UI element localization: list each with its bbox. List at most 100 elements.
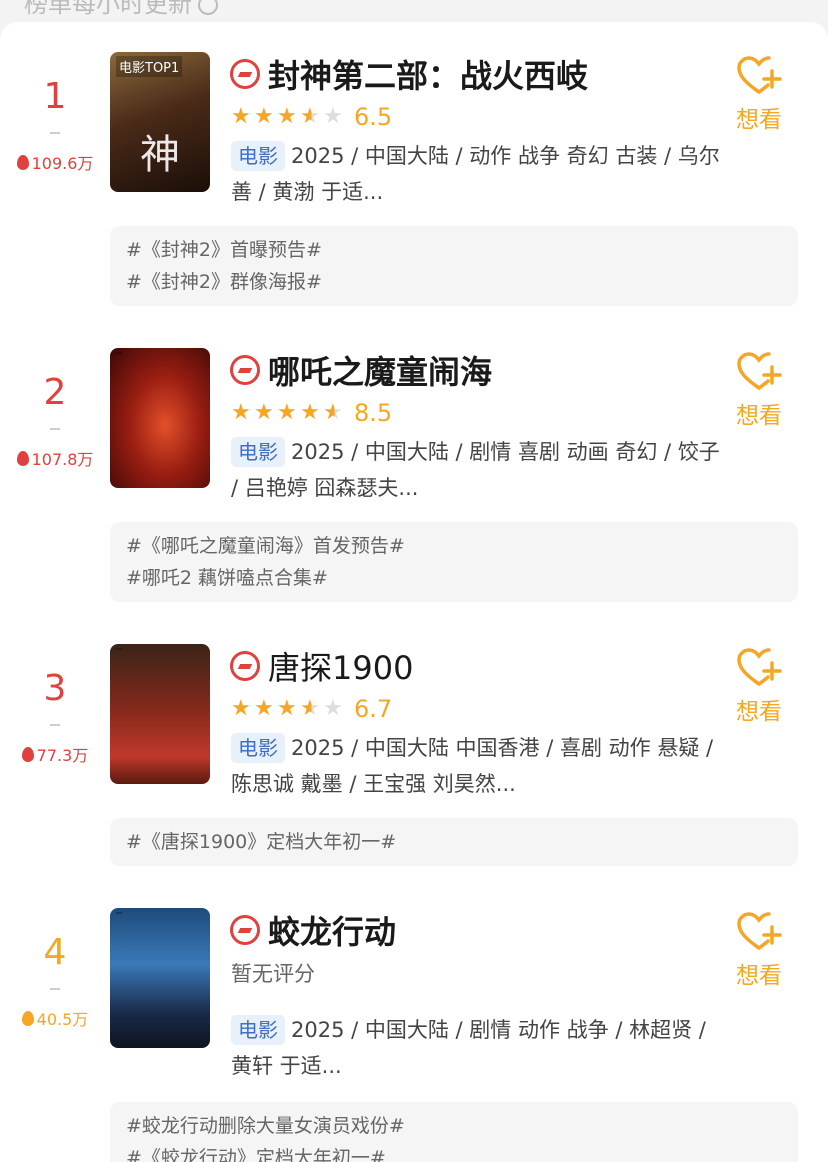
star-half-icon: ★ xyxy=(300,106,323,128)
poster-tag xyxy=(116,912,122,914)
info-text: 2025 / 中国大陆 / 动作 战争 奇幻 古装 / 乌尔善 / 黄渤 于适.… xyxy=(231,144,720,204)
rating-row: ★ ★ ★ ★ ★ 6.5 xyxy=(231,102,392,132)
star-icon: ★ xyxy=(231,400,251,425)
movie-poster[interactable]: 电影TOP1 神 xyxy=(110,52,210,192)
star-icon: ★ xyxy=(300,400,320,425)
ranking-page: 榜单每小时更新 1 109.6万 电影TOP1 神 封神第二部：战火西岐 ★ ★ xyxy=(0,0,828,1162)
topic-box: #《唐探1900》定档大年初一# xyxy=(110,818,798,866)
heat-text: 109.6万 xyxy=(31,154,94,173)
movie-info: 电影 2025 / 中国大陆 中国香港 / 喜剧 动作 悬疑 / 陈思诚 戴墨 /… xyxy=(231,730,721,802)
rating-row: ★ ★ ★ ★ ★ 6.7 xyxy=(231,694,392,724)
topic-link[interactable]: #哪吒2 藕饼嗑点合集# xyxy=(126,562,782,594)
poster-tag: 电影TOP1 xyxy=(116,56,183,77)
rating-score: 8.5 xyxy=(354,399,393,427)
type-tag: 电影 xyxy=(231,1015,285,1045)
topic-link[interactable]: #《唐探1900》定档大年初一# xyxy=(126,826,782,858)
star-empty-icon: ★ xyxy=(323,696,343,721)
top-strip: 榜单每小时更新 xyxy=(0,0,828,22)
movie-title[interactable]: 哪吒之魔童闹海 xyxy=(268,347,492,393)
star-icon: ★ xyxy=(231,696,251,721)
star-icon: ★ xyxy=(254,104,274,129)
info-text: 2025 / 中国大陆 / 剧情 动作 战争 / 林超贤 / 黄轩 于适... xyxy=(231,1018,706,1078)
topic-box: #蛟龙行动删除大量女演员戏份# #《蛟龙行动》定档大年初一# xyxy=(110,1102,798,1162)
star-rating: ★ ★ ★ ★ ★ xyxy=(231,402,346,424)
topic-link[interactable]: #《封神2》首曝预告# xyxy=(126,234,782,266)
heat-value: 40.5万 xyxy=(0,1006,110,1030)
topic-link[interactable]: #蛟龙行动删除大量女演员戏份# xyxy=(126,1110,782,1142)
heat-text: 77.3万 xyxy=(36,746,89,765)
update-note-text: 榜单每小时更新 xyxy=(24,0,192,18)
heart-plus-icon xyxy=(737,912,782,950)
rank-divider xyxy=(50,724,60,726)
heart-plus-icon xyxy=(737,352,782,390)
want-label: 想看 xyxy=(736,699,782,725)
want-label: 想看 xyxy=(736,403,782,429)
topic-box: #《哪吒之魔童闹海》首发预告# #哪吒2 藕饼嗑点合集# xyxy=(110,522,798,602)
star-empty-icon: ★ xyxy=(323,104,343,129)
rating-score: 6.7 xyxy=(354,695,393,723)
topic-link[interactable]: #《封神2》群像海报# xyxy=(126,266,782,298)
rank-divider xyxy=(50,988,60,990)
rank-number: 2 xyxy=(43,372,67,413)
movie-poster[interactable] xyxy=(110,348,210,488)
rating-row: 暂无评分 xyxy=(231,958,315,988)
star-icon: ★ xyxy=(231,104,251,129)
poster-glyph: 神 xyxy=(140,132,180,178)
movie-title[interactable]: 封神第二部：战火西岐 xyxy=(268,51,588,97)
rank-divider xyxy=(50,428,60,430)
title-row[interactable]: 哪吒之魔童闹海 xyxy=(230,348,492,392)
topic-link[interactable]: #《哪吒之魔童闹海》首发预告# xyxy=(126,530,782,562)
star-rating: ★ ★ ★ ★ ★ xyxy=(231,106,346,128)
update-note: 榜单每小时更新 xyxy=(24,0,218,19)
movie-title[interactable]: 蛟龙行动 xyxy=(268,907,396,953)
star-icon: ★ xyxy=(277,696,297,721)
want-to-see-button[interactable]: 想看 xyxy=(728,56,790,134)
type-tag: 电影 xyxy=(231,141,285,171)
star-icon: ★ xyxy=(254,696,274,721)
movie-info: 电影 2025 / 中国大陆 / 剧情 动作 战争 / 林超贤 / 黄轩 于适..… xyxy=(231,1012,721,1084)
rating-row: ★ ★ ★ ★ ★ 8.5 xyxy=(231,398,392,428)
poster-tag xyxy=(116,648,122,650)
flame-icon xyxy=(16,155,29,170)
heat-value: 109.6万 xyxy=(0,150,110,174)
flame-icon xyxy=(21,1011,34,1026)
brand-icon xyxy=(230,355,260,385)
topic-box: #《封神2》首曝预告# #《封神2》群像海报# xyxy=(110,226,798,306)
info-text: 2025 / 中国大陆 / 剧情 喜剧 动画 奇幻 / 饺子 / 吕艳婷 囧森瑟… xyxy=(231,440,720,500)
heat-text: 107.8万 xyxy=(31,450,94,469)
topic-link[interactable]: #《蛟龙行动》定档大年初一# xyxy=(126,1142,782,1162)
title-row[interactable]: 蛟龙行动 xyxy=(230,908,396,952)
movie-info: 电影 2025 / 中国大陆 / 动作 战争 奇幻 古装 / 乌尔善 / 黄渤 于… xyxy=(231,138,721,210)
movie-poster[interactable] xyxy=(110,644,210,784)
heart-plus-icon xyxy=(737,56,782,94)
rating-score: 6.5 xyxy=(354,103,393,131)
want-to-see-button[interactable]: 想看 xyxy=(728,648,790,726)
flame-icon xyxy=(21,747,34,762)
star-rating: ★ ★ ★ ★ ★ xyxy=(231,698,346,720)
heat-text: 40.5万 xyxy=(36,1010,89,1029)
rank-number: 4 xyxy=(43,932,67,973)
rank-number: 1 xyxy=(43,76,67,117)
heat-value: 107.8万 xyxy=(0,446,110,470)
info-icon[interactable] xyxy=(198,0,218,15)
star-icon: ★ xyxy=(277,400,297,425)
heart-plus-icon xyxy=(737,648,782,686)
star-half-icon: ★ xyxy=(300,698,323,720)
poster-tag xyxy=(116,352,122,354)
movie-poster[interactable] xyxy=(110,908,210,1048)
no-rating-text: 暂无评分 xyxy=(231,962,315,986)
movie-title[interactable]: 唐探1900 xyxy=(268,643,413,689)
heat-value: 77.3万 xyxy=(0,742,110,766)
movie-info: 电影 2025 / 中国大陆 / 剧情 喜剧 动画 奇幻 / 饺子 / 吕艳婷 囧… xyxy=(231,434,721,506)
star-icon: ★ xyxy=(254,400,274,425)
title-row[interactable]: 封神第二部：战火西岐 xyxy=(230,52,588,96)
want-to-see-button[interactable]: 想看 xyxy=(728,352,790,430)
type-tag: 电影 xyxy=(231,733,285,763)
want-label: 想看 xyxy=(736,963,782,989)
star-icon: ★ xyxy=(277,104,297,129)
want-to-see-button[interactable]: 想看 xyxy=(728,912,790,990)
title-row[interactable]: 唐探1900 xyxy=(230,644,413,688)
flame-icon xyxy=(16,451,29,466)
want-label: 想看 xyxy=(736,107,782,133)
star-half-icon: ★ xyxy=(323,402,346,424)
